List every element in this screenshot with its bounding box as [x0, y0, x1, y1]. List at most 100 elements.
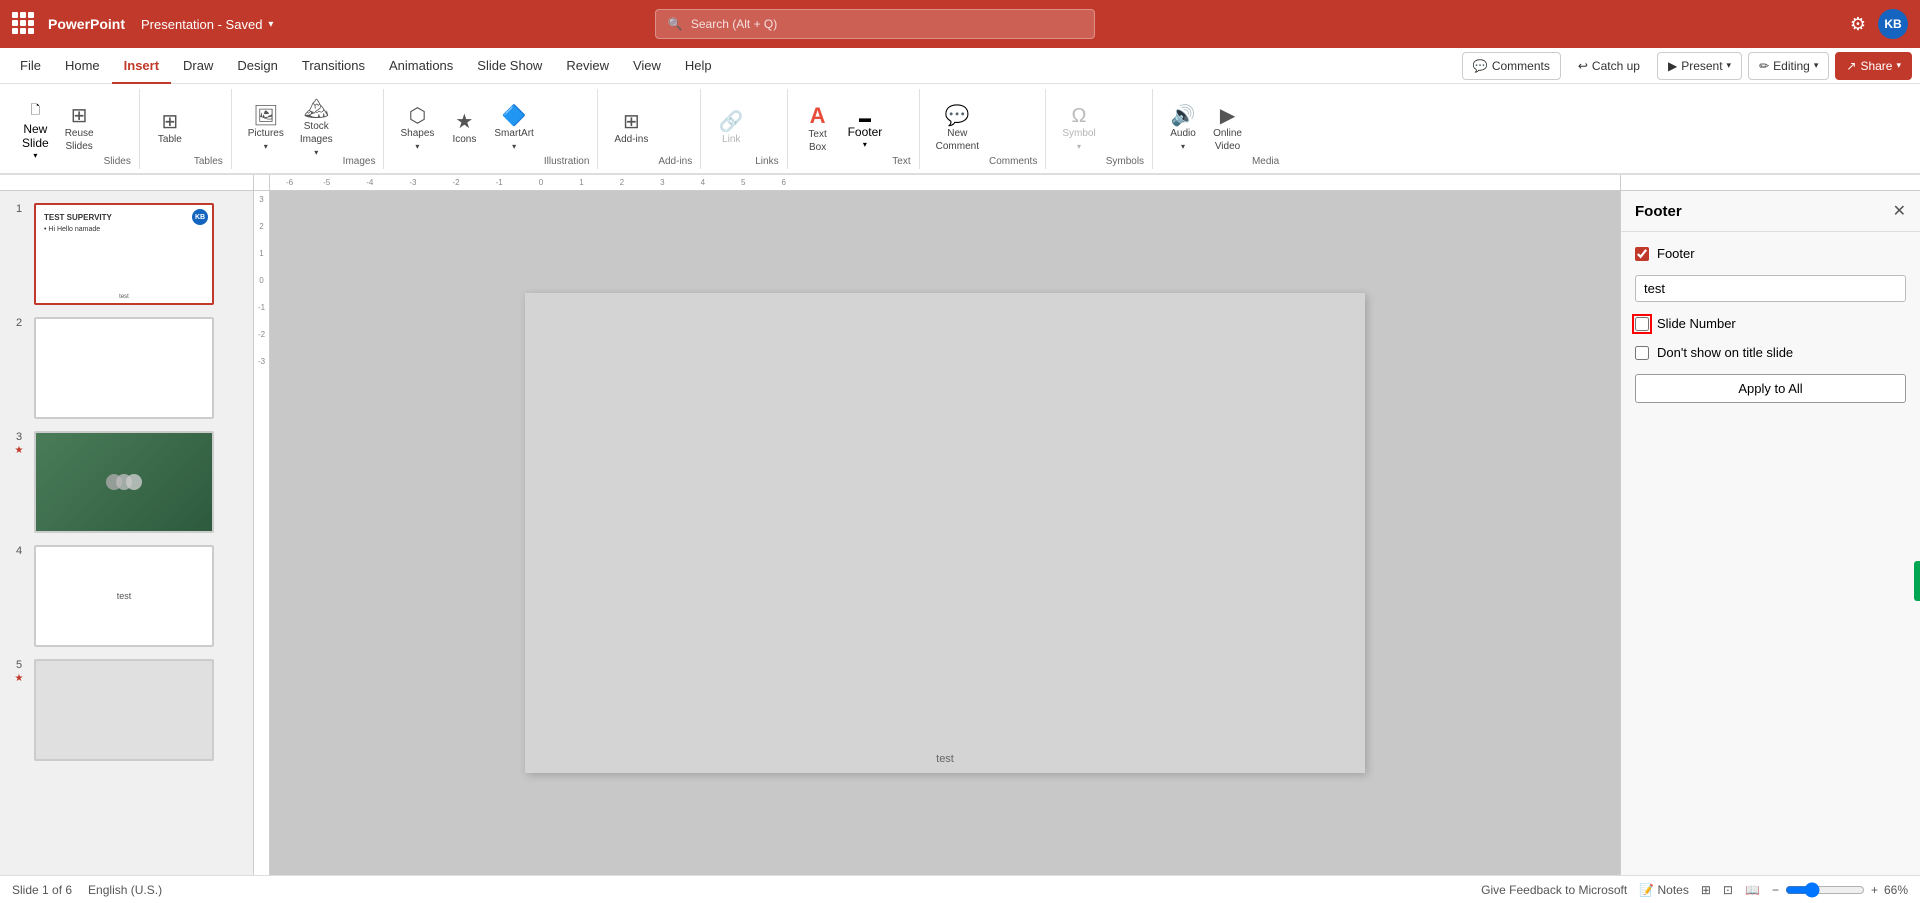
slide-thumb-3[interactable]: 3 ★ — [6, 427, 247, 537]
toolbar-group-links: 🔗 Link Links — [703, 89, 787, 169]
apply-all-button[interactable]: Apply to All — [1635, 374, 1906, 403]
tab-insert[interactable]: Insert — [112, 48, 171, 84]
pictures-arrow[interactable]: ▾ — [258, 141, 274, 152]
zoom-in-button[interactable]: + — [1871, 883, 1878, 897]
pictures-icon: 🖼 — [253, 106, 278, 126]
audio-arrow[interactable]: ▾ — [1175, 141, 1191, 152]
footer-checkbox-label: Footer — [1657, 246, 1695, 261]
doc-title[interactable]: Presentation - Saved ▾ — [141, 17, 273, 32]
slide-canvas[interactable]: test — [525, 293, 1365, 773]
tab-home[interactable]: Home — [53, 48, 112, 84]
present-chevron[interactable]: ▾ — [1727, 60, 1732, 71]
symbol-arrow[interactable]: ▾ — [1071, 141, 1087, 152]
pictures-button[interactable]: 🖼 Pictures ▾ — [242, 102, 290, 156]
tab-draw[interactable]: Draw — [171, 48, 225, 84]
editing-button[interactable]: ✏ Editing ▾ — [1748, 52, 1829, 80]
content-area: 3 2 1 0 -1 -2 -3 test Footer ✕ Foo — [254, 191, 1920, 875]
new-slide-arrow[interactable]: ▾ — [27, 150, 43, 161]
status-bar: Slide 1 of 6 English (U.S.) Give Feedbac… — [0, 875, 1920, 903]
link-button[interactable]: 🔗 Link — [711, 108, 751, 149]
slide-thumb-1[interactable]: 1 KB TEST SUPERVITY • Hi Hello namade te… — [6, 199, 247, 309]
share-button[interactable]: ↗ Share ▾ — [1835, 52, 1912, 80]
tab-help[interactable]: Help — [673, 48, 724, 84]
zoom-control: − + 66% — [1772, 882, 1908, 898]
stock-images-button[interactable]: 🏔 Stock Images ▾ — [294, 95, 339, 162]
notes-button[interactable]: 📝 Notes — [1639, 883, 1689, 897]
shapes-button[interactable]: ⬡ Shapes ▾ — [394, 102, 440, 156]
search-bar[interactable]: 🔍 Search (Alt + Q) — [655, 9, 1095, 39]
tab-design[interactable]: Design — [225, 48, 289, 84]
addins-button[interactable]: ⊞ Add-ins — [608, 108, 654, 149]
text-label: Text — [892, 156, 910, 169]
reuse-slides-icon: ⊞ — [71, 106, 88, 126]
green-bar — [1914, 561, 1920, 601]
doc-title-chevron[interactable]: ▾ — [268, 19, 273, 30]
shapes-arrow[interactable]: ▾ — [409, 141, 425, 152]
toolbar-group-media: 🔊 Audio ▾ ▶ Online Video Media — [1155, 89, 1287, 169]
comments-icon: 💬 — [1473, 59, 1488, 73]
slide-4-content: test — [36, 547, 212, 645]
slide-img-5[interactable] — [34, 659, 214, 761]
settings-icon[interactable]: ⚙ — [1846, 10, 1870, 39]
tab-slideshow[interactable]: Slide Show — [465, 48, 554, 84]
new-comment-icon: 💬 — [945, 106, 970, 126]
normal-view-icon[interactable]: ⊞ — [1701, 883, 1711, 897]
slide-number-checkbox[interactable] — [1635, 317, 1649, 331]
slide-img-4[interactable]: test — [34, 545, 214, 647]
waffle-icon[interactable] — [12, 12, 36, 36]
textbox-button[interactable]: A Text Box — [798, 101, 838, 157]
addins-label: Add-ins — [658, 156, 692, 169]
toolbar-group-text: A Text Box ▬ Footer ▾ Text — [790, 89, 920, 169]
comments-button[interactable]: 💬 Comments — [1462, 52, 1561, 80]
slide-thumb-4[interactable]: 4 test — [6, 541, 247, 651]
footer-checkbox[interactable] — [1635, 247, 1649, 261]
feedback-link[interactable]: Give Feedback to Microsoft — [1481, 883, 1627, 897]
new-slide-icon: 🗋 — [31, 101, 41, 122]
table-button[interactable]: ⊞ Table — [150, 108, 190, 149]
slide-img-1[interactable]: KB TEST SUPERVITY • Hi Hello namade test — [34, 203, 214, 305]
smartart-arrow[interactable]: ▾ — [506, 141, 522, 152]
ruler-horizontal: -6-5-4-3-2-10123456 — [0, 175, 1920, 191]
share-chevron[interactable]: ▾ — [1896, 60, 1901, 71]
tab-view[interactable]: View — [621, 48, 673, 84]
symbols-label: Symbols — [1106, 156, 1144, 169]
present-button[interactable]: ▶ Present ▾ — [1657, 52, 1742, 80]
footer-text-input[interactable]: test — [1635, 275, 1906, 302]
search-icon: 🔍 — [668, 17, 683, 31]
footer-arrow[interactable]: ▾ — [857, 139, 873, 150]
tab-file[interactable]: File — [8, 48, 53, 84]
dont-show-checkbox[interactable] — [1635, 346, 1649, 360]
slide-img-3[interactable] — [34, 431, 214, 533]
user-avatar[interactable]: KB — [1878, 9, 1908, 39]
new-comment-button[interactable]: 💬 New Comment — [930, 102, 985, 156]
slide-sorter-icon[interactable]: ⊡ — [1723, 883, 1733, 897]
new-slide-button[interactable]: 🗋 New Slide ▾ — [16, 97, 55, 161]
online-video-button[interactable]: ▶ Online Video — [1207, 102, 1248, 156]
footer-panel-close[interactable]: ✕ — [1893, 201, 1906, 221]
zoom-slider[interactable] — [1785, 882, 1865, 898]
canvas-area: test — [270, 191, 1620, 875]
audio-button[interactable]: 🔊 Audio ▾ — [1163, 102, 1203, 156]
editing-chevron[interactable]: ▾ — [1814, 60, 1819, 71]
zoom-out-button[interactable]: − — [1772, 883, 1779, 897]
zoom-level: 66% — [1884, 883, 1908, 897]
tab-review[interactable]: Review — [554, 48, 621, 84]
slide-number-label: Slide Number — [1657, 316, 1736, 331]
symbol-button[interactable]: Ω Symbol ▾ — [1056, 102, 1101, 156]
slide-img-2[interactable] — [34, 317, 214, 419]
slide-thumb-2[interactable]: 2 — [6, 313, 247, 423]
catchup-button[interactable]: ↩ Catch up — [1567, 52, 1651, 80]
reading-view-icon[interactable]: 📖 — [1745, 883, 1760, 897]
tab-animations[interactable]: Animations — [377, 48, 465, 84]
link-icon: 🔗 — [719, 112, 744, 132]
toolbar-group-addins: ⊞ Add-ins Add-ins — [600, 89, 701, 169]
footer-icon: ▬ — [859, 111, 871, 125]
smartart-button[interactable]: 🔷 SmartArt ▾ — [488, 102, 539, 156]
reuse-slides-button[interactable]: ⊞ Reuse Slides — [59, 102, 100, 156]
stock-icons-button[interactable]: ★ Icons — [444, 108, 484, 149]
footer-checkbox-row: Footer — [1635, 246, 1906, 261]
tab-transitions[interactable]: Transitions — [290, 48, 377, 84]
stock-images-arrow[interactable]: ▾ — [308, 147, 324, 158]
footer-button[interactable]: ▬ Footer ▾ — [842, 107, 889, 150]
slide-thumb-5[interactable]: 5 ★ — [6, 655, 247, 765]
